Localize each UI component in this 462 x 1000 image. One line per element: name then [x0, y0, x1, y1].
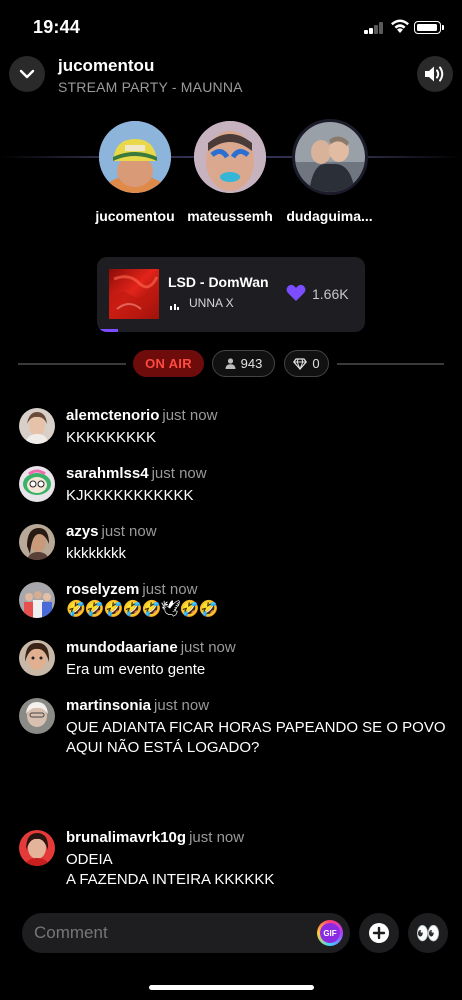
- album-art: [109, 269, 159, 319]
- avatar[interactable]: [19, 466, 55, 502]
- likes-count: 1.66K: [312, 286, 349, 302]
- avatar: [99, 121, 171, 193]
- gems-count: 0: [312, 356, 320, 371]
- message-text: Era um evento gente: [66, 661, 206, 678]
- divider-left: [18, 363, 126, 365]
- message-text: 🤣🤣🤣🤣🤣🕊🤣🤣: [66, 601, 219, 618]
- on-air-badge: ON AIR: [133, 350, 204, 377]
- chevron-down-icon: [19, 69, 35, 79]
- divider-right: [337, 363, 444, 365]
- participant-name: jucomentou: [95, 208, 175, 224]
- plus-icon: [369, 923, 389, 943]
- message-time: just now: [101, 523, 157, 540]
- message-time: just now: [162, 407, 218, 424]
- message-time: just now: [142, 581, 198, 598]
- eyes-icon: 👀: [415, 922, 441, 945]
- message-username[interactable]: sarahmlss4: [66, 465, 149, 482]
- equalizer-icon: [170, 304, 180, 310]
- avatar[interactable]: [19, 830, 55, 866]
- diamond-icon: [293, 357, 308, 370]
- comment-box: GIF: [22, 913, 350, 953]
- gif-label: GIF: [320, 923, 340, 943]
- message-time: just now: [154, 697, 210, 714]
- wifi-icon: [391, 19, 409, 33]
- battery-icon: [414, 21, 444, 34]
- home-indicator: [149, 985, 314, 990]
- participant-jucomentou[interactable]: jucomentou: [90, 121, 180, 224]
- message-username[interactable]: azys: [66, 523, 99, 540]
- message-time: just now: [151, 465, 207, 482]
- message-time: just now: [180, 639, 236, 656]
- viewers-count: 943: [240, 356, 263, 371]
- speaker-icon: [425, 66, 444, 82]
- message-text: KJKKKKKKKKKKK: [66, 487, 194, 504]
- message-username[interactable]: martinsonia: [66, 697, 151, 714]
- message-text: kkkkkkkk: [66, 545, 126, 562]
- avatar[interactable]: [19, 640, 55, 676]
- collapse-button[interactable]: [9, 56, 45, 92]
- person-icon: [225, 358, 236, 369]
- volume-button[interactable]: [417, 56, 453, 92]
- message-username[interactable]: alemctenorio: [66, 407, 159, 424]
- message-time: just now: [189, 829, 245, 846]
- message-text: QUE ADIANTA FICAR HORAS PAPEANDO SE O PO…: [66, 719, 446, 756]
- track-artist: UNNA X: [189, 296, 234, 310]
- track-title: LSD - DomWan: [168, 274, 269, 290]
- avatar: [194, 121, 266, 193]
- track-progress-bar: [97, 329, 119, 332]
- message-username[interactable]: brunalimavrk10g: [66, 829, 186, 846]
- participant-name: mateussemh: [187, 208, 273, 224]
- status-time: 19:44: [33, 17, 81, 37]
- heart-icon[interactable]: [286, 284, 306, 302]
- party-subtitle: STREAM PARTY - MAUNNA: [58, 79, 243, 95]
- avatar[interactable]: [19, 524, 55, 560]
- add-button[interactable]: [359, 913, 399, 953]
- avatar[interactable]: [19, 408, 55, 444]
- avatar[interactable]: [19, 582, 55, 618]
- comment-input[interactable]: [34, 913, 314, 953]
- avatar: [291, 119, 368, 195]
- cellular-signal-icon: [364, 22, 384, 34]
- party-host-name: jucomentou: [58, 56, 155, 75]
- participant-name: dudaguima...: [286, 208, 373, 224]
- avatar[interactable]: [19, 698, 55, 734]
- message-username[interactable]: roselyzem: [66, 581, 139, 598]
- message-text: ODEIA A FAZENDA INTEIRA KKKKKK: [66, 851, 275, 888]
- message-username[interactable]: mundodaariane: [66, 639, 178, 656]
- gif-button[interactable]: GIF: [317, 920, 343, 946]
- message-text: KKKKKKKKK: [66, 429, 157, 446]
- status-bar: 19:44: [0, 0, 462, 54]
- viewers-count-pill[interactable]: 943: [212, 350, 275, 377]
- participant-mateussemh[interactable]: mateussemh: [185, 121, 275, 224]
- participant-dudaguima[interactable]: dudaguima...: [282, 119, 377, 224]
- gems-count-pill[interactable]: 0: [284, 350, 329, 377]
- eyes-reaction-button[interactable]: 👀: [408, 913, 448, 953]
